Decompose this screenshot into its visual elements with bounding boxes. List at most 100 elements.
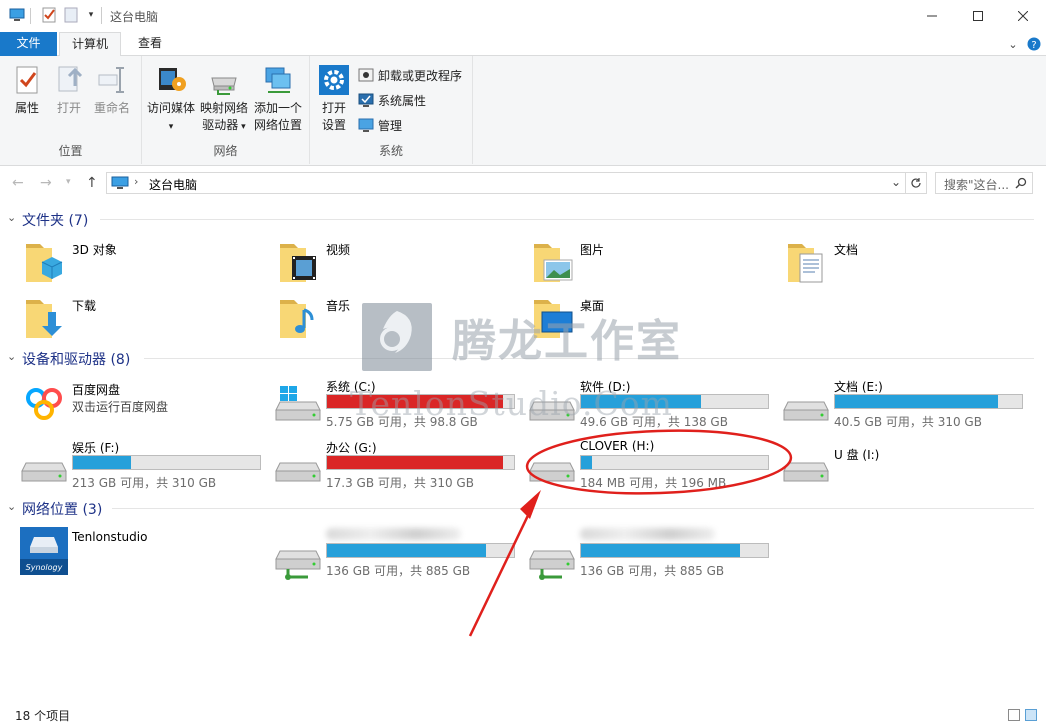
section-network[interactable]: ⌄ 网络位置 (3) bbox=[0, 497, 1046, 519]
uninstall-button[interactable]: 卸载或更改程序 bbox=[358, 65, 462, 85]
up-arrow-icon[interactable]: ↑ bbox=[86, 175, 98, 191]
computer-icon bbox=[8, 6, 26, 24]
folder-name: 文档 bbox=[834, 243, 859, 257]
search-placeholder: 搜索"这台... bbox=[944, 178, 1009, 192]
hard-drive-icon bbox=[275, 462, 321, 482]
drive-g[interactable]: 办公 (G:) 17.3 GB 可用，共 310 GB bbox=[274, 439, 524, 495]
details-view-icon[interactable] bbox=[1008, 709, 1020, 721]
forward-arrow-icon[interactable]: → bbox=[40, 175, 52, 191]
drive-i-usb[interactable]: U 盘 (I:) bbox=[782, 439, 1032, 495]
drive-info: 17.3 GB 可用，共 310 GB bbox=[326, 476, 474, 490]
drive-info: 136 GB 可用，共 885 GB bbox=[326, 564, 471, 578]
properties-icon bbox=[16, 66, 38, 94]
folder-documents[interactable]: 文档 bbox=[782, 238, 1032, 294]
this-pc-icon bbox=[111, 176, 129, 189]
section-title-network: 网络位置 (3) bbox=[22, 502, 103, 518]
recent-locations-icon[interactable]: ▾ bbox=[66, 177, 71, 187]
help-icon[interactable]: ? bbox=[1026, 36, 1042, 52]
uninstall-label: 卸载或更改程序 bbox=[378, 68, 463, 83]
blurred-network-drive-name bbox=[580, 528, 715, 540]
close-button[interactable] bbox=[1000, 0, 1046, 31]
tab-computer[interactable]: 计算机 bbox=[59, 32, 121, 57]
address-bar[interactable]: › 这台电脑 ⌄ bbox=[106, 172, 906, 194]
folder-videos[interactable]: 视频 bbox=[274, 238, 524, 294]
network-location-icon bbox=[265, 67, 291, 93]
open-settings-label-2: 设置 bbox=[321, 118, 346, 132]
drive-info: 40.5 GB 可用，共 310 GB bbox=[834, 415, 982, 429]
folder-name: 音乐 bbox=[326, 299, 351, 313]
search-box[interactable]: 搜索"这台... bbox=[935, 172, 1033, 194]
ribbon-group-network: 访问媒体 ▾ 映射网络 驱动器 ▾ 添加一个 网络位置 网络 bbox=[142, 56, 310, 164]
expand-ribbon-icon[interactable]: ⌄ bbox=[1005, 36, 1021, 52]
add-network-location-button[interactable]: 添加一个 网络位置 bbox=[250, 64, 306, 134]
drive-f[interactable]: 娱乐 (F:) 213 GB 可用，共 310 GB bbox=[20, 439, 270, 495]
manage-button[interactable]: 管理 bbox=[358, 115, 402, 135]
search-icon[interactable] bbox=[1015, 177, 1027, 189]
refresh-icon bbox=[910, 178, 921, 188]
drive-usage-fill bbox=[73, 456, 131, 469]
group-label-system: 系统 bbox=[378, 144, 403, 158]
folder-pictures[interactable]: 图片 bbox=[528, 238, 778, 294]
network-drive-1[interactable]: 136 GB 可用，共 885 GB bbox=[274, 527, 524, 583]
section-title-devices: 设备和驱动器 (8) bbox=[22, 352, 131, 368]
collapse-chevron-icon[interactable]: ⌄ bbox=[7, 500, 16, 513]
blurred-network-drive-name bbox=[326, 528, 461, 540]
tab-view[interactable]: 查看 bbox=[124, 32, 176, 56]
back-arrow-icon[interactable]: ← bbox=[12, 175, 24, 191]
collapse-chevron-icon[interactable]: ⌄ bbox=[7, 211, 16, 224]
new-folder-qa-icon[interactable] bbox=[62, 6, 80, 24]
network-location-name: Tenlonstudio bbox=[72, 530, 148, 544]
watermark-title: 腾龙工作室 bbox=[452, 316, 682, 367]
map-drive-label-2: 驱动器 bbox=[202, 118, 239, 132]
ribbon-group-system: 打开 设置 卸载或更改程序 系统属性 管理 系统 bbox=[310, 56, 473, 164]
manage-icon bbox=[358, 118, 374, 132]
network-tenlonstudio[interactable]: Synology Tenlonstudio bbox=[20, 527, 270, 583]
group-label-location: 位置 bbox=[58, 144, 83, 158]
settings-gear-icon bbox=[319, 65, 349, 95]
group-label-network: 网络 bbox=[213, 144, 238, 158]
address-dropdown-icon[interactable]: ⌄ bbox=[891, 175, 901, 189]
address-path[interactable]: 这台电脑 bbox=[149, 176, 197, 193]
drive-info: 136 GB 可用，共 885 GB bbox=[580, 564, 725, 578]
collapse-chevron-icon[interactable]: ⌄ bbox=[7, 350, 16, 363]
baidu-netdisk-icon bbox=[21, 379, 67, 425]
folder-downloads[interactable]: 下载 bbox=[20, 294, 270, 350]
drive-name: 百度网盘 bbox=[72, 383, 121, 397]
manage-label: 管理 bbox=[378, 118, 403, 133]
drive-h-clover[interactable]: CLOVER (H:) 184 MB 可用，共 196 MB bbox=[528, 439, 778, 495]
large-icons-view-icon[interactable] bbox=[1025, 709, 1037, 721]
drive-usage-bar bbox=[580, 455, 769, 470]
map-network-drive-icon bbox=[211, 77, 237, 95]
properties-button[interactable]: 属性 bbox=[8, 64, 46, 117]
3d-objects-folder-icon bbox=[26, 244, 63, 282]
synology-media-server-icon: Synology bbox=[20, 527, 68, 575]
drive-usage-bar bbox=[834, 394, 1023, 409]
downloads-folder-icon bbox=[26, 300, 62, 338]
properties-qa-icon[interactable] bbox=[40, 6, 58, 24]
properties-label: 属性 bbox=[14, 101, 39, 115]
open-button[interactable]: 打开 bbox=[52, 64, 86, 117]
system-properties-button[interactable]: 系统属性 bbox=[358, 90, 426, 110]
baidu-netdisk[interactable]: 百度网盘 双击运行百度网盘 bbox=[20, 378, 270, 434]
rename-button[interactable]: 重命名 bbox=[90, 64, 134, 117]
documents-folder-icon bbox=[788, 244, 823, 283]
open-settings-button[interactable]: 打开 设置 bbox=[316, 64, 352, 134]
refresh-button[interactable] bbox=[905, 172, 927, 194]
drive-info: 双击运行百度网盘 bbox=[72, 400, 169, 414]
folder-3d-objects[interactable]: 3D 对象 bbox=[20, 238, 270, 294]
tab-file[interactable]: 文件 bbox=[0, 32, 57, 56]
folder-name: 图片 bbox=[580, 243, 605, 257]
minimize-button[interactable] bbox=[909, 0, 955, 31]
access-media-button[interactable]: 访问媒体 ▾ bbox=[144, 64, 198, 136]
map-drive-label-1: 映射网络 bbox=[199, 101, 248, 115]
maximize-button[interactable] bbox=[955, 0, 1001, 31]
open-settings-label-1: 打开 bbox=[321, 101, 346, 115]
map-drive-button[interactable]: 映射网络 驱动器 ▾ bbox=[198, 64, 250, 136]
customize-qa-dropdown-icon[interactable]: ▾ bbox=[82, 6, 100, 24]
drive-usage-fill bbox=[581, 544, 740, 557]
access-media-label: 访问媒体 bbox=[146, 101, 195, 115]
section-folders[interactable]: ⌄ 文件夹 (7) bbox=[0, 208, 1046, 230]
network-drive-2[interactable]: 136 GB 可用，共 885 GB bbox=[528, 527, 778, 583]
videos-folder-icon bbox=[280, 244, 316, 282]
drive-e[interactable]: 文档 (E:) 40.5 GB 可用，共 310 GB bbox=[782, 378, 1032, 434]
